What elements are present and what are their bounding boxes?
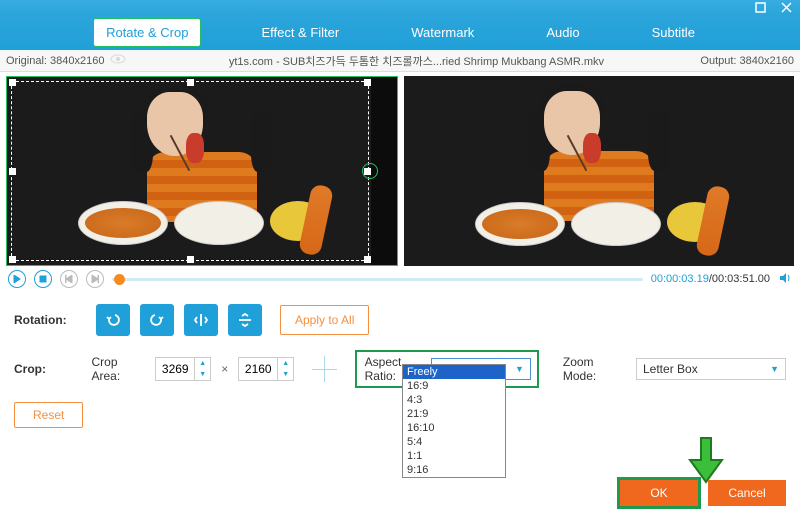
crop-label: Crop: [14,362,81,376]
aspect-option[interactable]: 9:16 [403,463,505,477]
flip-vertical-button[interactable] [228,304,262,336]
rotation-label: Rotation: [14,313,86,327]
reset-button[interactable]: Reset [14,402,83,428]
stop-button[interactable] [34,270,52,288]
prev-frame-button[interactable] [60,270,78,288]
center-cross-icon[interactable] [312,356,336,382]
zoom-mode-label: Zoom Mode: [563,355,626,383]
aspect-option[interactable]: 16:10 [403,421,505,435]
close-icon[interactable] [780,1,792,13]
zoom-mode-select[interactable]: Letter Box▼ [636,358,786,380]
preview-original[interactable] [6,76,398,266]
tab-effect-filter[interactable]: Effect & Filter [249,19,351,46]
aspect-ratio-dropdown[interactable]: Freely 16:9 4:3 21:9 16:10 5:4 1:1 9:16 [402,364,506,478]
play-button[interactable] [8,270,26,288]
rotate-right-button[interactable] [140,304,174,336]
aspect-option[interactable]: 16:9 [403,379,505,393]
next-frame-button[interactable] [86,270,104,288]
tab-watermark[interactable]: Watermark [399,19,486,46]
cancel-button[interactable]: Cancel [708,480,786,506]
flip-horizontal-button[interactable] [184,304,218,336]
tab-rotate-crop[interactable]: Rotate & Crop [93,18,201,47]
crop-width-stepper[interactable]: ▲▼ [155,357,211,381]
ok-button[interactable]: OK [620,480,698,506]
crop-area-label: Crop Area: [91,355,145,383]
filename: yt1s.com - SUB치즈가득 두톰한 치즈롤까스...ried Shri… [132,53,700,69]
tab-audio[interactable]: Audio [534,19,591,46]
aspect-option[interactable]: Freely [403,365,505,379]
crop-height-stepper[interactable]: ▲▼ [238,357,294,381]
times-icon: × [221,362,228,376]
tab-subtitle[interactable]: Subtitle [640,19,707,46]
crop-height-input[interactable] [239,362,277,376]
aspect-option[interactable]: 1:1 [403,449,505,463]
aspect-option[interactable]: 4:3 [403,393,505,407]
original-label: Original: 3840x2160 [6,55,104,67]
apply-to-all-button[interactable]: Apply to All [280,305,369,335]
volume-icon[interactable] [778,271,792,288]
aspect-option[interactable]: 21:9 [403,407,505,421]
time-display: 00:00:03.19/00:03:51.00 [651,273,770,285]
seek-bar[interactable] [112,278,643,281]
crop-width-input[interactable] [156,362,194,376]
output-label: Output: 3840x2160 [700,55,794,67]
maximize-icon[interactable] [754,1,766,13]
aspect-option[interactable]: 5:4 [403,435,505,449]
rotate-left-button[interactable] [96,304,130,336]
crop-box[interactable] [11,81,369,261]
eye-icon[interactable] [110,54,126,67]
preview-output [404,76,794,266]
